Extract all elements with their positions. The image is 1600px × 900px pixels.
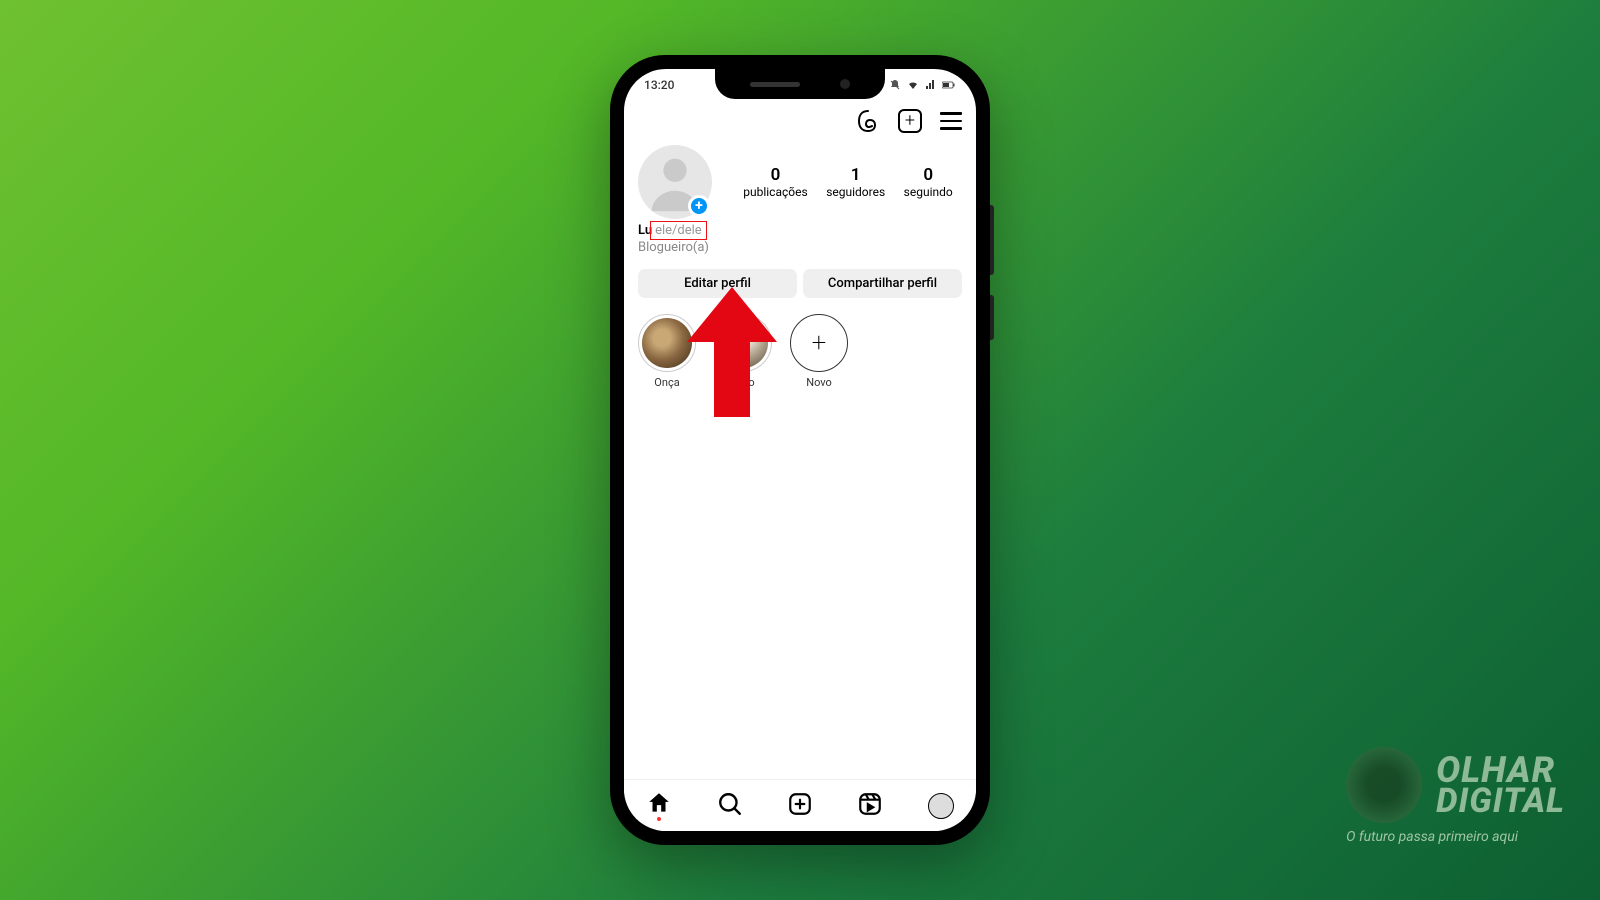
bottom-nav xyxy=(624,779,976,831)
wifi-icon xyxy=(906,79,920,91)
highlight-onca[interactable]: Onça xyxy=(638,314,696,389)
status-time: 13:20 xyxy=(644,78,674,92)
nav-create-icon[interactable] xyxy=(787,791,813,821)
posts-stat[interactable]: 0 publicações xyxy=(743,165,807,199)
highlight-new[interactable]: + Novo xyxy=(790,314,848,389)
story-highlights: Onça Gato + Novo xyxy=(624,304,976,399)
highlight-gato[interactable]: Gato xyxy=(714,314,772,389)
phone-side-button xyxy=(990,295,994,340)
watermark-logo: OLHAR DIGITAL O futuro passa primeiro aq… xyxy=(1346,747,1565,845)
nav-home-icon[interactable] xyxy=(646,790,672,821)
status-icons xyxy=(888,79,956,91)
share-profile-button[interactable]: Compartilhar perfil xyxy=(803,269,962,298)
nav-profile-icon[interactable] xyxy=(928,793,954,819)
profile-action-buttons: Editar perfil Compartilhar perfil xyxy=(624,263,976,304)
profile-avatar[interactable]: + xyxy=(638,145,712,219)
edit-profile-button[interactable]: Editar perfil xyxy=(638,269,797,298)
profile-stats-row: + 0 publicações 1 seguidores 0 seguindo xyxy=(624,137,976,219)
phone-notch xyxy=(715,69,885,99)
profile-bio: Luele/dele Blogueiro(a) xyxy=(624,219,976,263)
watermark-icon xyxy=(1346,747,1422,823)
add-story-badge[interactable]: + xyxy=(688,195,710,217)
phone-frame: 13:20 + + 0 publicaçõ xyxy=(610,55,990,845)
phone-screen: 13:20 + + 0 publicaçõ xyxy=(624,69,976,831)
profile-header: + xyxy=(624,101,976,137)
battery-icon xyxy=(942,79,956,91)
phone-side-button xyxy=(990,205,994,275)
threads-icon[interactable] xyxy=(856,109,880,133)
menu-icon[interactable] xyxy=(940,112,962,130)
followers-stat[interactable]: 1 seguidores xyxy=(826,165,885,199)
following-stat[interactable]: 0 seguindo xyxy=(904,165,953,199)
profile-pronoun[interactable]: ele/dele xyxy=(650,221,707,240)
nav-reels-icon[interactable] xyxy=(857,791,883,821)
create-post-button[interactable]: + xyxy=(898,109,922,133)
signal-icon xyxy=(924,79,938,91)
nav-search-icon[interactable] xyxy=(717,791,743,821)
bell-off-icon xyxy=(888,79,902,91)
profile-category: Blogueiro(a) xyxy=(638,240,962,255)
